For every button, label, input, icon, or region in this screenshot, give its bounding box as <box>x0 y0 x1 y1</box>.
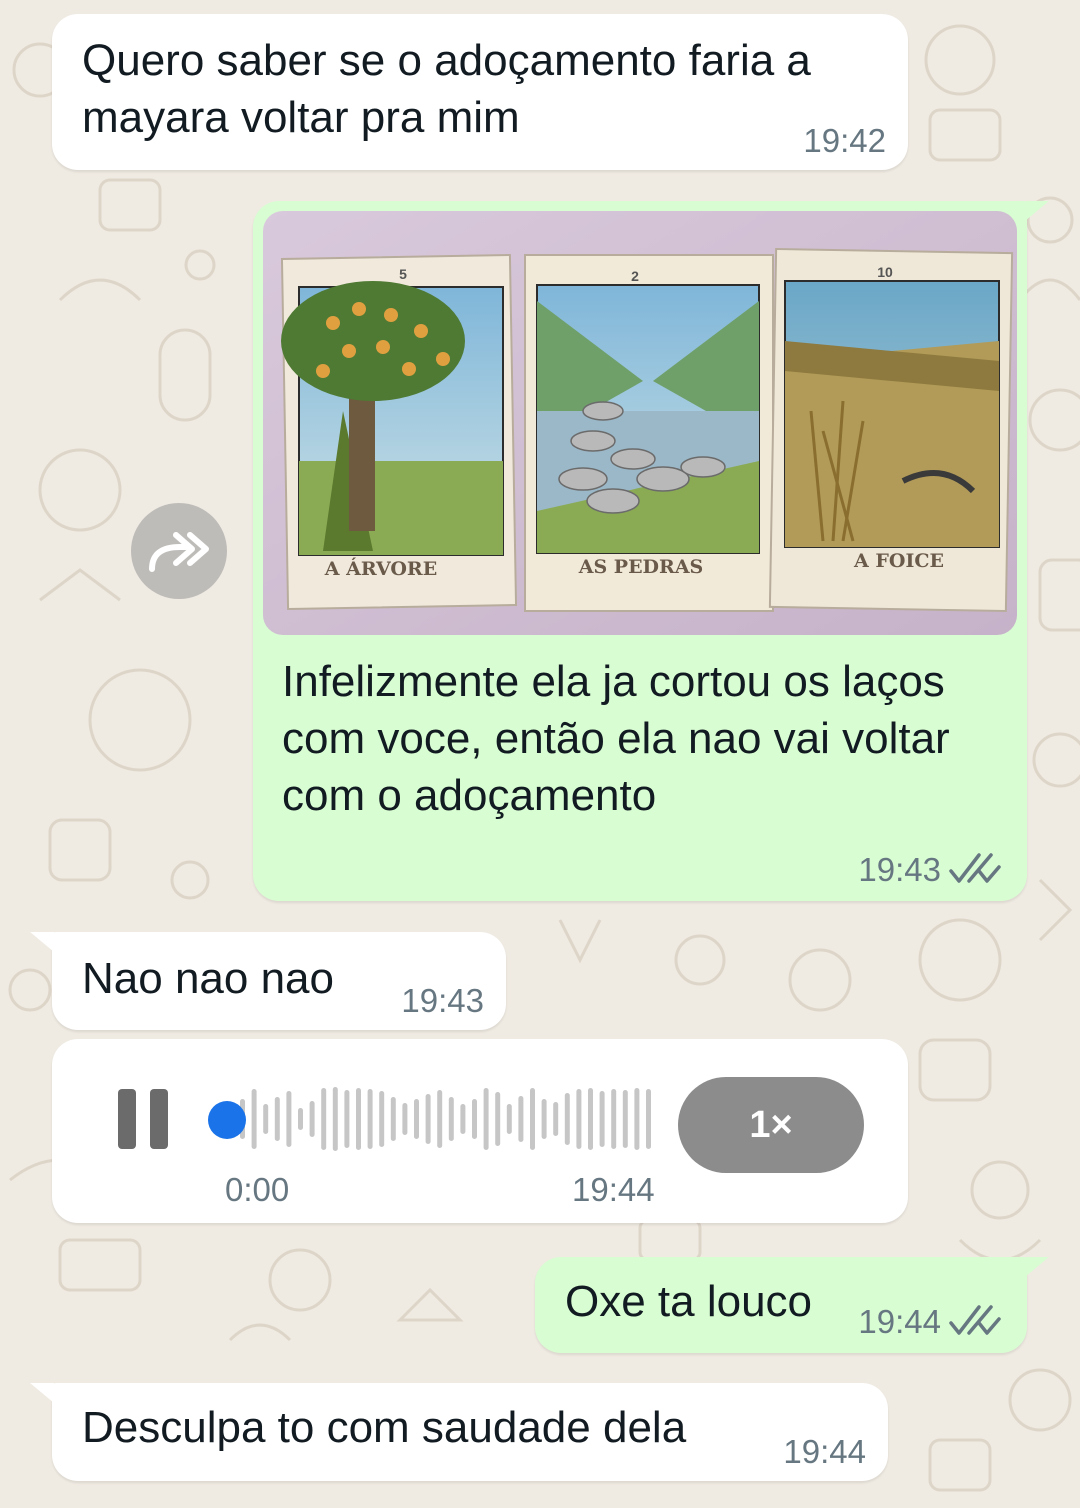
card-a-arvore: 5 A ÁRVORE <box>280 254 518 610</box>
waveform-bar <box>506 1104 512 1134</box>
card-number: 2 <box>631 268 639 284</box>
message-incoming[interactable]: Nao nao nao 19:43 <box>30 932 506 1030</box>
card-a-foice: 10 A FOICE <box>768 247 1014 613</box>
message-outgoing-image[interactable]: 5 A ÁRVORE 2 AS PEDRAS 10 A FOICE Infeli… <box>253 201 1049 901</box>
waveform-bar <box>344 1090 350 1148</box>
waveform-bar <box>414 1099 419 1139</box>
waveform-bar <box>646 1089 651 1149</box>
audio-scrubber[interactable] <box>208 1101 246 1139</box>
waveform-bar <box>402 1103 408 1135</box>
waveform-bar <box>263 1104 269 1134</box>
waveform-bar <box>309 1101 315 1137</box>
card-as-pedras: 2 AS PEDRAS <box>524 254 774 612</box>
audio-waveform[interactable] <box>236 1087 656 1151</box>
double-check-icon <box>949 1305 1001 1335</box>
message-outgoing[interactable]: Oxe ta louco 19:44 <box>535 1257 1049 1353</box>
waveform-bar <box>495 1092 501 1146</box>
forward-button[interactable] <box>131 503 227 599</box>
pause-icon <box>118 1089 136 1149</box>
message-incoming[interactable]: Quero saber se o adoçamento faria a maya… <box>52 14 908 170</box>
waveform-bar <box>379 1091 385 1147</box>
bubble-tail <box>30 932 54 952</box>
waveform-bar <box>437 1090 443 1148</box>
card-number: 5 <box>399 266 407 282</box>
waveform-bar <box>622 1090 628 1148</box>
bubble-tail <box>30 1383 54 1403</box>
message-text: Desculpa to com saudade dela <box>82 1403 687 1452</box>
waveform-bar <box>274 1097 280 1141</box>
message-time: 19:44 <box>572 1171 655 1208</box>
voice-message[interactable]: 0:00 19:44 1× <box>52 1039 908 1223</box>
waveform-bar <box>518 1096 524 1142</box>
message-time: 19:43 <box>858 851 941 888</box>
waveform-bar <box>367 1089 373 1149</box>
waveform-bar <box>576 1089 582 1149</box>
waveform-bar <box>286 1091 292 1147</box>
waveform-bar <box>634 1088 640 1150</box>
waveform-bar <box>332 1087 338 1151</box>
waveform-bar <box>448 1097 454 1141</box>
bubble-tail <box>1025 1257 1049 1277</box>
card-number: 10 <box>877 264 893 280</box>
waveform-bar <box>472 1099 477 1139</box>
tarot-cards-photo[interactable]: 5 A ÁRVORE 2 AS PEDRAS 10 A FOICE <box>263 211 1017 635</box>
card-title: AS PEDRAS <box>578 556 704 578</box>
waveform-bar <box>530 1088 535 1150</box>
waveform-bar <box>553 1102 559 1136</box>
pause-icon <box>150 1089 168 1149</box>
card-title: A FOICE <box>853 550 944 572</box>
message-time: 19:42 <box>803 122 886 159</box>
audio-elapsed: 0:00 <box>225 1171 290 1208</box>
waveform-bar <box>460 1104 466 1134</box>
waveform-bar <box>356 1088 361 1150</box>
forward-icon <box>149 532 209 572</box>
message-time: 19:44 <box>783 1433 866 1470</box>
message-text: Nao nao nao <box>82 954 334 1003</box>
waveform-bar <box>599 1091 605 1147</box>
message-text: Oxe ta louco <box>565 1277 813 1326</box>
message-time: 19:43 <box>401 982 484 1019</box>
pause-button[interactable] <box>112 1039 182 1199</box>
waveform-bar <box>541 1099 547 1139</box>
waveform-bar <box>251 1089 257 1149</box>
waveform-bar <box>483 1088 489 1150</box>
bubble-tail <box>1025 201 1049 221</box>
waveform-bar <box>588 1088 593 1150</box>
message-text: Infelizmente ela ja cortou os laços com … <box>282 657 950 820</box>
waveform-bar <box>611 1089 617 1149</box>
waveform-bar <box>390 1097 396 1141</box>
waveform-bar <box>425 1094 431 1144</box>
message-incoming[interactable]: Desculpa to com saudade dela 19:44 <box>30 1383 888 1481</box>
message-text: Quero saber se o adoçamento faria a maya… <box>82 36 811 142</box>
card-title: A ÁRVORE <box>324 557 437 580</box>
waveform-bar <box>564 1093 570 1145</box>
double-check-icon <box>949 853 1001 883</box>
playback-speed-button[interactable]: 1× <box>678 1077 864 1173</box>
message-time: 19:44 <box>858 1303 941 1340</box>
waveform-bar <box>298 1108 303 1130</box>
waveform-bar <box>321 1088 327 1150</box>
